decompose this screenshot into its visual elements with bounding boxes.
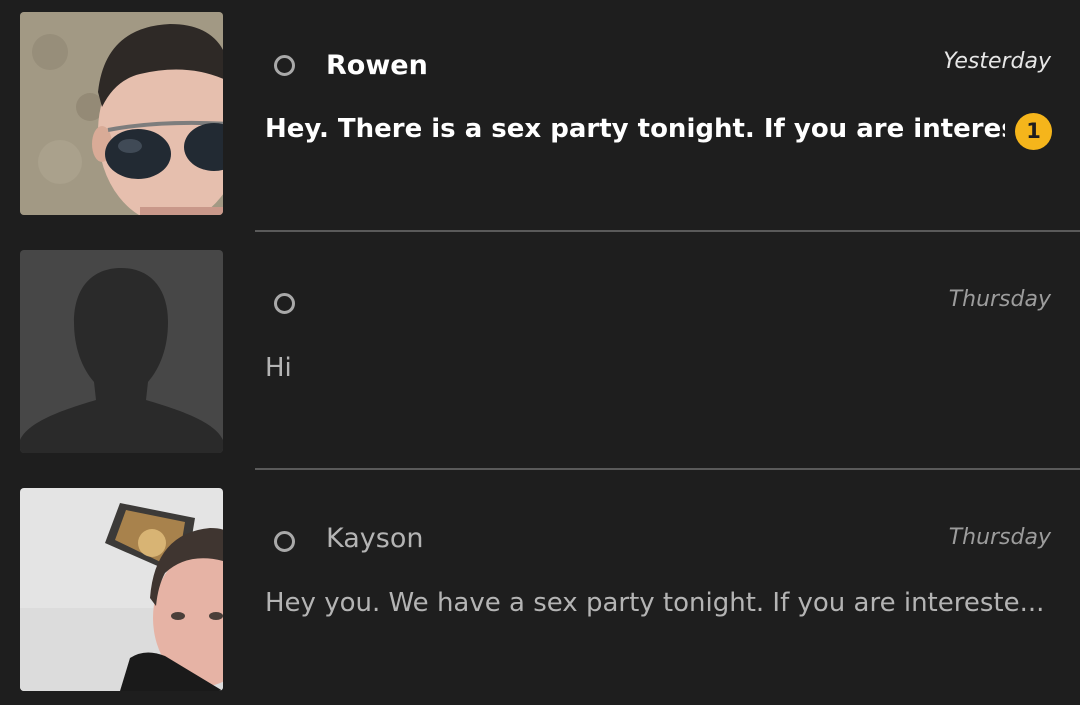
- avatar[interactable]: [20, 488, 223, 691]
- default-avatar-silhouette-icon: [20, 250, 223, 453]
- message-time: Yesterday: [943, 49, 1051, 74]
- profile-photo: [20, 12, 223, 215]
- conversation-row[interactable]: Thursday Hi: [0, 250, 1080, 456]
- conversation-row[interactable]: Rowen Yesterday Hey. There is a sex part…: [0, 12, 1080, 218]
- message-time: Thursday: [948, 525, 1051, 550]
- status-circle-icon: [274, 531, 295, 552]
- avatar[interactable]: [20, 250, 223, 453]
- profile-photo: [20, 488, 223, 691]
- conversation-row[interactable]: Kayson Thursday Hey you. We have a sex p…: [0, 488, 1080, 694]
- message-preview: Hey you. We have a sex party tonight. If…: [265, 588, 1045, 618]
- status-circle-icon: [274, 293, 295, 314]
- message-preview: Hey. There is a sex party tonight. If yo…: [265, 114, 1005, 144]
- contact-name: Rowen: [326, 50, 428, 81]
- divider: [255, 230, 1080, 232]
- divider: [255, 468, 1080, 470]
- contact-name: Kayson: [326, 523, 424, 554]
- message-preview: Hi: [265, 353, 292, 383]
- conversation-list: Rowen Yesterday Hey. There is a sex part…: [0, 0, 1080, 705]
- message-time: Thursday: [948, 287, 1051, 312]
- unread-count-badge: 1: [1015, 113, 1052, 150]
- avatar[interactable]: [20, 12, 223, 215]
- status-circle-icon: [274, 55, 295, 76]
